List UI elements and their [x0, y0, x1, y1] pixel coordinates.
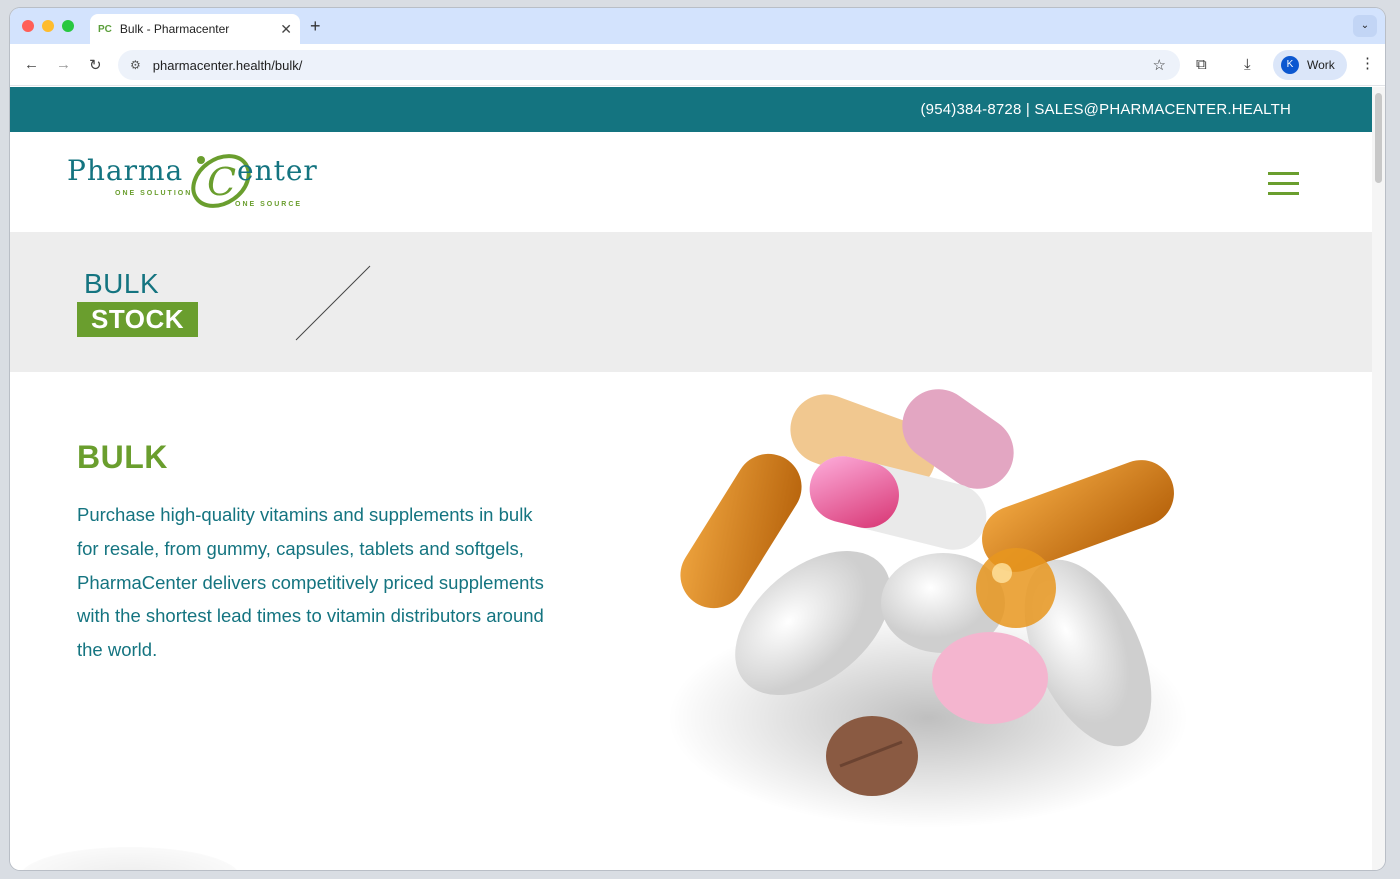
menu-icon[interactable]: ⋮ — [1360, 54, 1375, 72]
site-settings-icon[interactable]: ⚙ — [130, 58, 141, 72]
logo-word-right: enter — [237, 154, 318, 187]
profile-label: Work — [1307, 58, 1335, 72]
forward-icon[interactable]: → — [56, 56, 71, 73]
browser-toolbar: ← → ↻ ⚙ pharmacenter.health/bulk/ ☆ ⧉ ⤓ … — [10, 44, 1385, 86]
pharmacenter-logo[interactable]: Pharma C enter ONE SOLUTION ONE SOURCE — [67, 150, 327, 214]
section-body: Purchase high-quality vitamins and suppl… — [77, 504, 544, 661]
tab-search-button[interactable]: ⌄ — [1353, 15, 1377, 37]
tab-title: Bulk - Pharmacenter — [119, 22, 230, 36]
avatar: K — [1281, 56, 1299, 74]
contact-bar: (954)384-8728 | SALES@PHARMACENTER.HEALT… — [10, 87, 1372, 132]
extensions-icon[interactable]: ⧉ — [1196, 56, 1207, 73]
reload-icon[interactable]: ↻ — [89, 56, 102, 74]
banner-divider-line — [295, 265, 371, 341]
download-icon[interactable]: ⤓ — [1244, 56, 1251, 73]
favicon-icon: PC — [98, 23, 112, 35]
logo-tag-right: ONE SOURCE — [235, 201, 303, 208]
bulk-section: BULK Purchase high-quality vitamins and … — [10, 372, 1372, 870]
logo-tag-left: ONE SOLUTION — [115, 190, 193, 197]
address-bar[interactable]: ⚙ pharmacenter.health/bulk/ ☆ — [118, 50, 1180, 80]
page-banner: BULK STOCK — [10, 232, 1372, 372]
contact-line[interactable]: (954)384-8728 | SALES@PHARMACENTER.HEALT… — [920, 101, 1291, 118]
close-tab-icon[interactable]: ✕ — [280, 21, 292, 38]
tab-bulk[interactable]: PC Bulk - Pharmacenter ✕ — [90, 14, 300, 44]
back-icon[interactable]: ← — [24, 56, 39, 73]
logo-word-left: Pharma — [67, 154, 184, 187]
hamburger-menu-icon[interactable] — [1268, 172, 1299, 195]
page-scrollbar[interactable] — [1372, 87, 1385, 870]
page-viewport: (954)384-8728 | SALES@PHARMACENTER.HEALT… — [10, 87, 1372, 870]
browser-window: PC Bulk - Pharmacenter ✕ + ⌄ ← → ↻ ⚙ pha… — [10, 8, 1385, 870]
maximize-window-button[interactable] — [62, 20, 74, 32]
scrollbar-thumb[interactable] — [1375, 93, 1382, 183]
profile-button[interactable]: K Work — [1273, 50, 1347, 80]
pills-image — [668, 389, 1188, 828]
new-tab-button[interactable]: + — [310, 16, 321, 37]
site-header: Pharma C enter ONE SOLUTION ONE SOURCE — [10, 132, 1372, 232]
banner-line1: BULK — [84, 268, 160, 299]
section-heading: BULK — [77, 439, 168, 475]
svg-text:C: C — [207, 160, 236, 204]
minimize-window-button[interactable] — [42, 20, 54, 32]
tab-strip: PC Bulk - Pharmacenter ✕ + ⌄ — [10, 8, 1385, 44]
banner-line2: STOCK — [77, 302, 199, 337]
close-window-button[interactable] — [22, 20, 34, 32]
bookmark-star-icon[interactable]: ☆ — [1153, 56, 1166, 74]
url-text: pharmacenter.health/bulk/ — [152, 57, 303, 73]
